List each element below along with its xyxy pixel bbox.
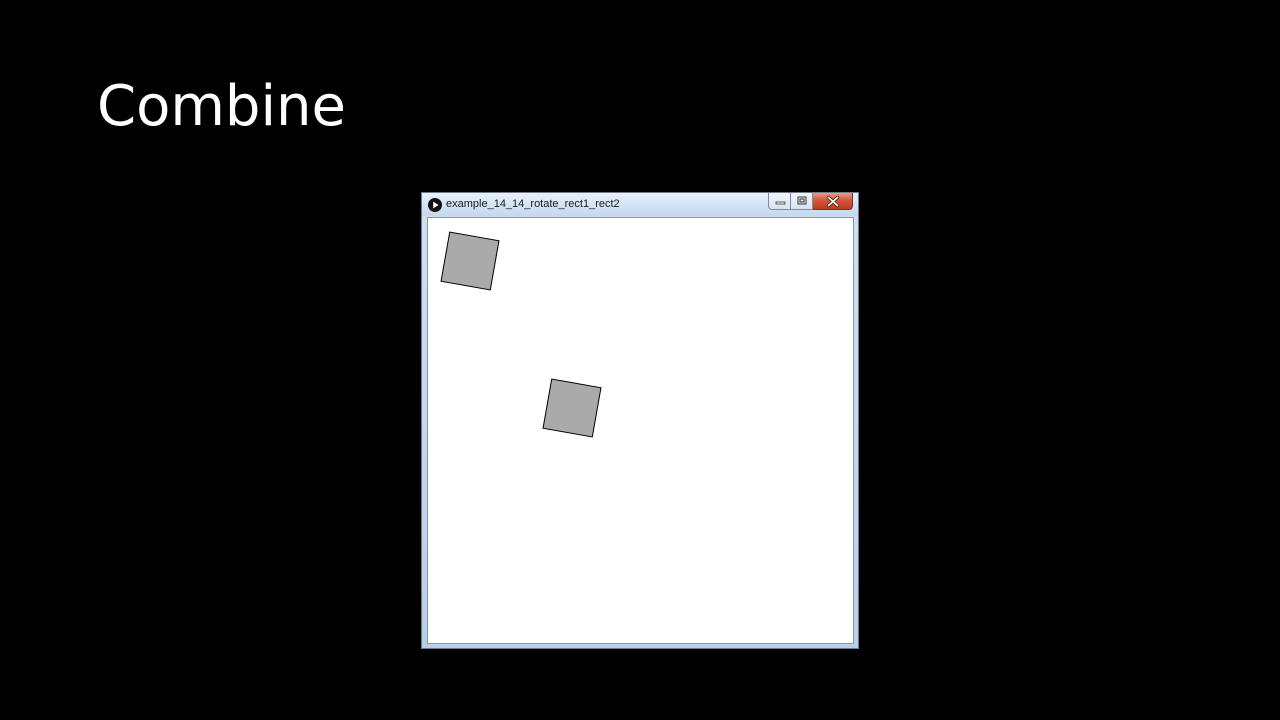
- caption-buttons: [768, 193, 853, 211]
- minimize-button[interactable]: [768, 193, 791, 210]
- rotated-square-1: [440, 231, 500, 291]
- window-title-bar[interactable]: example_14_14_rotate_rect1_rect2: [422, 193, 858, 216]
- sketch-window: example_14_14_rotate_rect1_rect2: [421, 192, 859, 649]
- close-icon: [826, 195, 840, 208]
- close-button[interactable]: [813, 193, 853, 210]
- slide-title: Combine: [97, 74, 346, 139]
- sketch-canvas[interactable]: [427, 217, 854, 644]
- canvas-drawing: [440, 231, 602, 438]
- slide: Combine example_14_14_rotate_rect1_rect2: [0, 0, 1280, 720]
- maximize-icon: [797, 196, 807, 205]
- rotated-square-2: [542, 378, 602, 438]
- minimize-icon: [775, 201, 786, 205]
- maximize-button[interactable]: [791, 193, 813, 210]
- window-title: example_14_14_rotate_rect1_rect2: [446, 198, 620, 210]
- play-icon: [428, 198, 442, 212]
